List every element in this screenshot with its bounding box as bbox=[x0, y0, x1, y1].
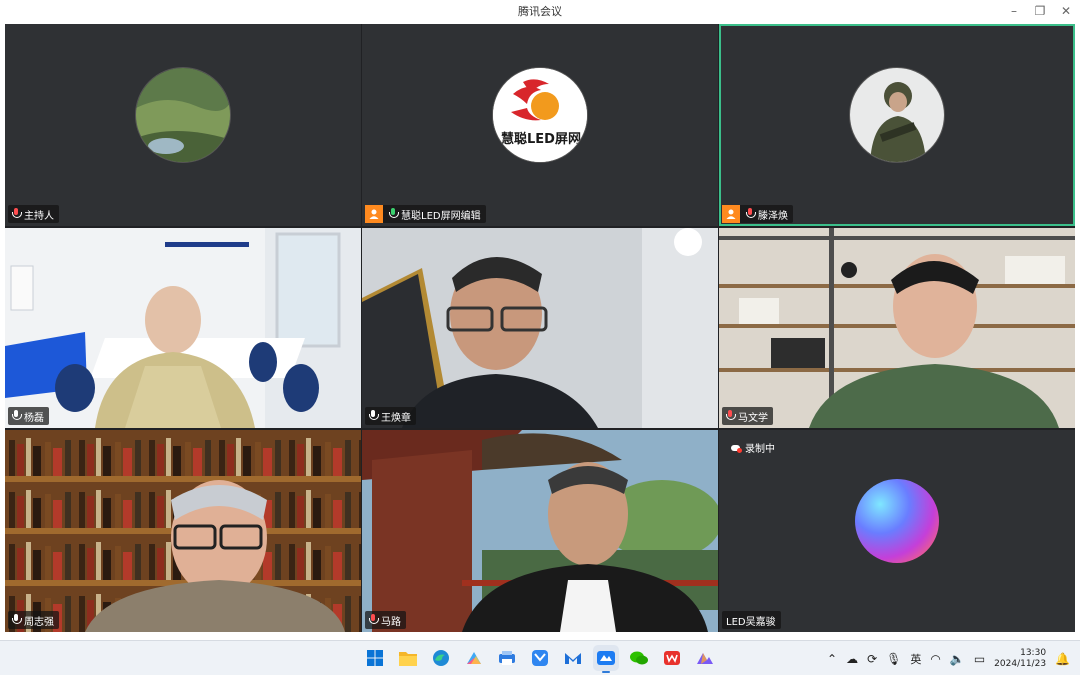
recording-indicator: 录制中 bbox=[731, 440, 775, 455]
participant-name: 马路 bbox=[381, 616, 401, 628]
name-tag: LED吴嘉骏 bbox=[722, 611, 781, 629]
participant-tile[interactable]: 录制中 LED吴嘉骏 bbox=[719, 430, 1075, 632]
system-tray: ⌃ ☁ ⟳ 🎙 英 ◠ 🔈 ▭ 13:30 2024/11/23 🔔 bbox=[827, 641, 1070, 676]
participant-tile[interactable]: 杨磊 bbox=[5, 228, 361, 428]
mic-icon bbox=[11, 614, 22, 626]
email-app-icon[interactable] bbox=[560, 645, 586, 671]
battery-icon[interactable]: ▭ bbox=[974, 652, 985, 666]
video-feed bbox=[5, 430, 361, 632]
title-bar: 腾讯会议 – ❐ ✕ bbox=[0, 0, 1080, 22]
mic-icon bbox=[11, 410, 22, 422]
avatar: 慧聪LED屏网 bbox=[492, 66, 588, 163]
video-feed bbox=[362, 430, 718, 632]
participant-name: 王焕章 bbox=[381, 412, 411, 424]
chevron-up-icon[interactable]: ⌃ bbox=[827, 652, 837, 666]
mic-muted-icon bbox=[725, 410, 736, 422]
printer-app-icon[interactable] bbox=[494, 645, 520, 671]
minimize-icon[interactable]: – bbox=[1008, 4, 1020, 18]
video-feed bbox=[719, 228, 1075, 428]
avatar bbox=[849, 66, 945, 163]
name-tag: 马路 bbox=[365, 611, 406, 629]
cloud-icon[interactable]: ☁ bbox=[846, 652, 858, 666]
windows-start-icon[interactable] bbox=[362, 645, 388, 671]
cloud-recording-icon bbox=[731, 444, 742, 453]
participant-tile[interactable]: 王焕章 bbox=[362, 228, 718, 428]
name-tag: 杨磊 bbox=[8, 407, 49, 425]
participant-name: 周志强 bbox=[24, 616, 54, 628]
person-icon bbox=[365, 205, 383, 223]
mic-muted-icon bbox=[745, 208, 756, 220]
video-grid: 主持人 慧聪LED屏网 慧聪LED屏网编辑 滕泽焕 杨磊 王焕章 马文学 周志强… bbox=[5, 24, 1075, 632]
participant-tile[interactable]: 滕泽焕 bbox=[719, 24, 1075, 226]
name-tag: 慧聪LED屏网编辑 bbox=[365, 205, 486, 223]
image-tool-icon[interactable] bbox=[692, 645, 718, 671]
clock-time: 13:30 bbox=[1020, 647, 1047, 658]
notification-bell-icon[interactable]: 🔔 bbox=[1055, 652, 1070, 666]
taskbar: ⌃ ☁ ⟳ 🎙 英 ◠ 🔈 ▭ 13:30 2024/11/23 🔔 bbox=[0, 640, 1080, 675]
file-explorer-icon[interactable] bbox=[395, 645, 421, 671]
mic-icon bbox=[368, 410, 379, 422]
participant-tile[interactable]: 慧聪LED屏网 慧聪LED屏网编辑 bbox=[362, 24, 718, 226]
wifi-icon[interactable]: ◠ bbox=[930, 652, 940, 666]
edge-icon[interactable] bbox=[428, 645, 454, 671]
participant-tile[interactable]: 主持人 bbox=[5, 24, 361, 226]
name-tag: 滕泽焕 bbox=[722, 205, 793, 223]
person-icon bbox=[722, 205, 740, 223]
name-tag: 周志强 bbox=[8, 611, 59, 629]
window-controls: – ❐ ✕ bbox=[1008, 0, 1072, 22]
wechat-icon[interactable] bbox=[626, 645, 652, 671]
ime-indicator[interactable]: 英 bbox=[910, 651, 921, 667]
restore-icon[interactable]: ❐ bbox=[1034, 4, 1046, 18]
recording-label: 录制中 bbox=[745, 444, 775, 455]
close-icon[interactable]: ✕ bbox=[1060, 4, 1072, 18]
video-feed bbox=[362, 228, 718, 428]
name-tag: 主持人 bbox=[8, 205, 59, 223]
name-tag: 王焕章 bbox=[365, 407, 416, 425]
participant-tile[interactable]: 周志强 bbox=[5, 430, 361, 632]
mic-icon bbox=[388, 208, 399, 220]
avatar-logo-text: 慧聪LED屏网 bbox=[501, 131, 581, 147]
photos-icon[interactable] bbox=[461, 645, 487, 671]
mic-muted-icon bbox=[368, 614, 379, 626]
clock[interactable]: 13:30 2024/11/23 bbox=[994, 648, 1046, 670]
participant-name: 杨磊 bbox=[24, 412, 44, 424]
mic-muted-icon bbox=[11, 208, 22, 220]
tencent-meeting-icon[interactable] bbox=[593, 645, 619, 673]
sync-icon[interactable]: ⟳ bbox=[867, 652, 877, 666]
participant-name: 慧聪LED屏网编辑 bbox=[401, 210, 481, 222]
avatar bbox=[855, 478, 939, 563]
participant-name: LED吴嘉骏 bbox=[726, 616, 776, 628]
avatar bbox=[135, 66, 231, 163]
participant-tile[interactable]: 马路 bbox=[362, 430, 718, 632]
feishu-icon[interactable] bbox=[527, 645, 553, 671]
video-feed bbox=[5, 228, 361, 428]
window-title: 腾讯会议 bbox=[518, 5, 562, 18]
participant-name: 滕泽焕 bbox=[758, 210, 788, 222]
speaker-muted-icon[interactable]: 🔈 bbox=[950, 652, 965, 666]
wps-icon[interactable] bbox=[659, 645, 685, 671]
participant-name: 主持人 bbox=[24, 210, 54, 222]
name-tag: 马文学 bbox=[722, 407, 773, 425]
participant-name: 马文学 bbox=[738, 412, 768, 424]
microphone-icon[interactable]: 🎙 bbox=[886, 652, 901, 666]
clock-date: 2024/11/23 bbox=[994, 658, 1047, 669]
participant-tile[interactable]: 马文学 bbox=[719, 228, 1075, 428]
taskbar-apps bbox=[362, 645, 718, 673]
